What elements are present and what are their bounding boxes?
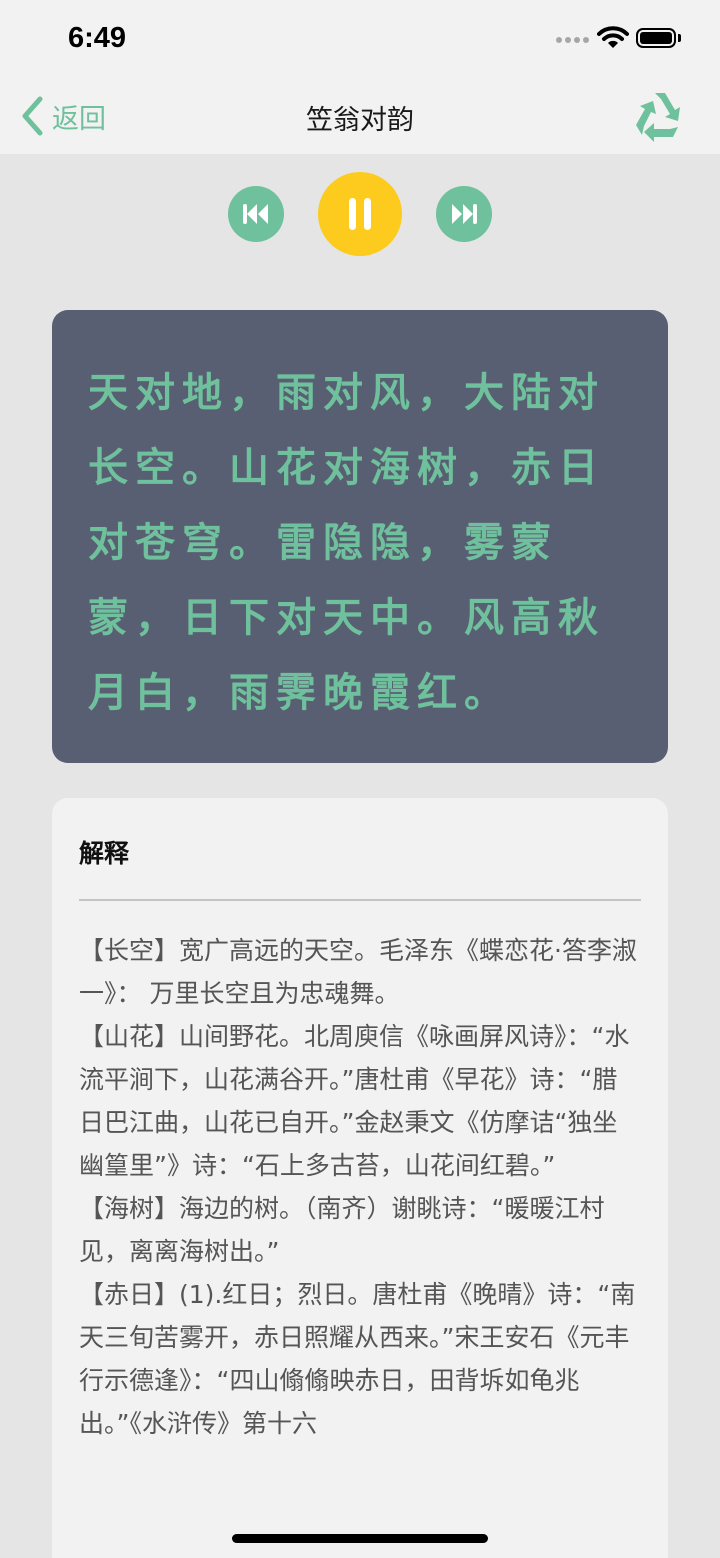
- page-title: 笠翁对韵: [306, 105, 414, 136]
- poem-card: 天对地，雨对风，大陆对 长空。山花对海树，赤日 对苍穹。雷隐隐，雾蒙 蒙，日下对…: [52, 310, 668, 763]
- fast-forward-icon: [452, 204, 477, 224]
- recycle-icon[interactable]: [633, 90, 687, 142]
- poem-line: 对苍穹。雷隐隐，雾蒙: [88, 520, 558, 566]
- playback-controls: [0, 172, 720, 256]
- explanation-paragraph: 【长空】宽广高远的天空。毛泽东《蝶恋花·答李淑一》： 万里长空且为忠魂舞。: [79, 936, 637, 1008]
- status-time: 6:49: [68, 22, 127, 54]
- explanation-paragraph: 【山花】山间野花。北周庾信《咏画屏风诗》：“水流平涧下，山花满谷开。”唐杜甫《早…: [79, 1022, 630, 1180]
- explanation-paragraph: 【赤日】(1).红日；烈日。唐杜甫《晚晴》诗：“南天三旬苦雾开，赤日照耀从西来。…: [79, 1280, 636, 1438]
- cellular-signal-icon: [556, 37, 589, 43]
- explanation-card[interactable]: 解释 【长空】宽广高远的天空。毛泽东《蝶恋花·答李淑一》： 万里长空且为忠魂舞。…: [52, 798, 668, 1558]
- poem-line: 天对地，雨对风，大陆对: [88, 370, 605, 416]
- battery-icon: [636, 28, 676, 48]
- wifi-icon: [597, 26, 629, 48]
- next-button[interactable]: [436, 186, 492, 242]
- status-bar: 6:49: [0, 0, 720, 78]
- pause-icon: [349, 198, 371, 230]
- poem-line: 月白，雨霁晚霞红。: [88, 670, 511, 716]
- battery-tip: [678, 34, 681, 42]
- poem-line: 长空。山花对海树，赤日: [88, 445, 605, 491]
- divider: [79, 899, 641, 901]
- home-indicator[interactable]: [232, 1534, 488, 1543]
- poem-line: 蒙，日下对天中。风高秋: [88, 595, 605, 641]
- explanation-title: 解释: [79, 839, 130, 868]
- explanation-body: 【长空】宽广高远的天空。毛泽东《蝶恋花·答李淑一》： 万里长空且为忠魂舞。 【山…: [79, 929, 641, 1445]
- navigation-bar: 返回 笠翁对韵: [0, 78, 720, 154]
- explanation-paragraph: 【海树】海边的树。（南齐）谢眺诗：“暖暖江村见，离离海树出。”: [79, 1194, 605, 1266]
- previous-button[interactable]: [228, 186, 284, 242]
- pause-button[interactable]: [318, 172, 402, 256]
- rewind-icon: [243, 204, 268, 224]
